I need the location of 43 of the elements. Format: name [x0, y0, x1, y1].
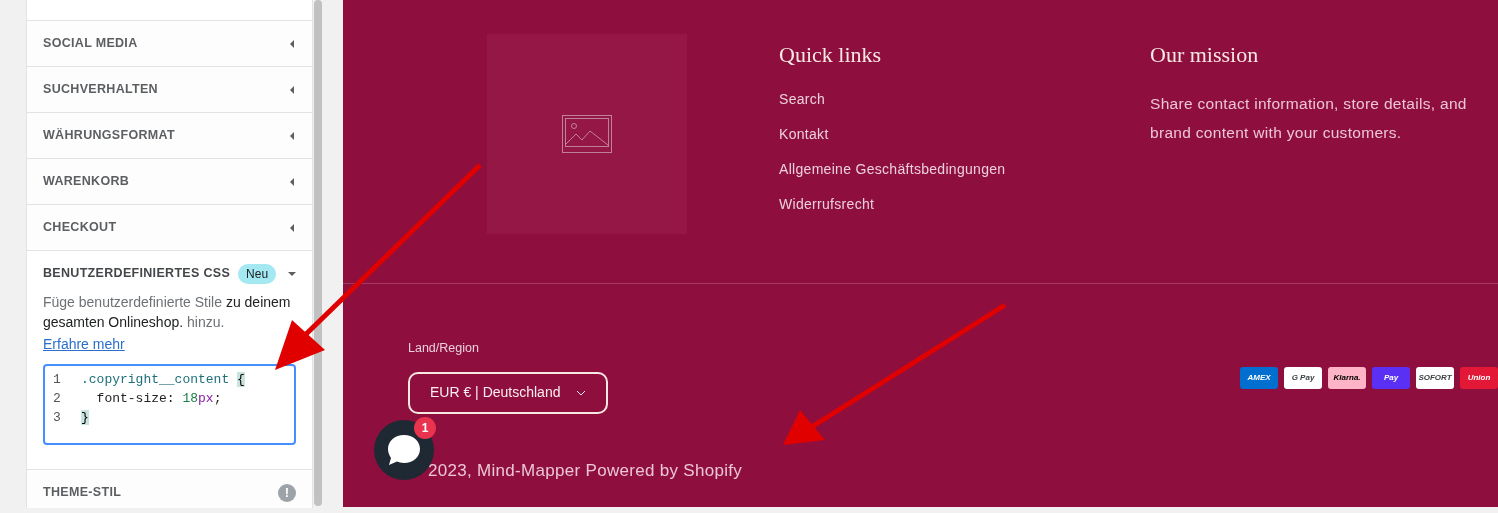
- caret-icon[interactable]: [288, 85, 296, 94]
- footer-link[interactable]: Search: [779, 90, 1150, 109]
- caret-icon[interactable]: [288, 177, 296, 186]
- line-number: 1: [53, 371, 62, 389]
- caret-icon[interactable]: [288, 131, 296, 140]
- payment-icon: Klarna.: [1328, 367, 1366, 389]
- section-title[interactable]: BENUTZERDEFINIERTES CSS: [43, 264, 231, 283]
- payment-icon: AMEX: [1240, 367, 1278, 389]
- section-title[interactable]: WARENKORB: [43, 172, 130, 191]
- code-line: font-size: 18px;: [95, 390, 222, 408]
- image-icon: [562, 115, 612, 153]
- learn-more-link[interactable]: Erfahre mehr: [43, 336, 125, 352]
- footer-link[interactable]: Allgemeine Geschäftsbedingungen: [779, 160, 1150, 179]
- payment-icon: G Pay: [1284, 367, 1322, 389]
- caret-icon[interactable]: [288, 39, 296, 48]
- description-text: Füge benutzerdefinierte Stile zu deinem gesamten Onlineshop. hinzu.: [43, 293, 292, 332]
- section-title[interactable]: CHECKOUT: [43, 218, 117, 237]
- scrollbar[interactable]: [314, 0, 322, 506]
- mission-text: Share contact information, store details, and brand content with your customers.: [1150, 94, 1468, 143]
- code-line: .copyright__content {: [81, 371, 245, 389]
- section-title[interactable]: WÄHRUNGSFORMAT: [43, 126, 175, 145]
- section-heading: Our mission: [1150, 41, 1260, 69]
- code-editor[interactable]: 1 .copyright__content { 2 font-size: 18px; 3 }: [43, 364, 296, 445]
- region-select[interactable]: EUR € | Deutschland: [408, 371, 609, 414]
- section-heading: Quick links: [779, 41, 883, 69]
- section-title[interactable]: THEME-STIL: [43, 483, 122, 502]
- payment-icon: Pay: [1372, 367, 1410, 389]
- caret-icon[interactable]: [288, 269, 296, 278]
- footer-link[interactable]: Widerrufsrecht: [779, 195, 1150, 214]
- section-title[interactable]: SOCIAL MEDIA: [43, 34, 138, 53]
- new-badge: Neu: [238, 263, 277, 284]
- payment-icon: Union: [1460, 367, 1498, 389]
- line-number: 2: [53, 390, 62, 408]
- caret-icon[interactable]: [288, 223, 296, 232]
- section-title[interactable]: SUCHVERHALTEN: [43, 80, 158, 99]
- footer-link[interactable]: Kontakt: [779, 125, 1150, 144]
- chevron-down-icon: [576, 389, 587, 396]
- region-label: Land/Region: [408, 340, 480, 357]
- payment-icon: SOFORT: [1416, 367, 1454, 389]
- speech-bubble-icon: [386, 433, 422, 467]
- warning-badge: !: [278, 483, 296, 502]
- copyright-text: 2023, Mind-Mapper Powered by Shopify: [428, 459, 743, 482]
- line-number: 3: [53, 409, 62, 427]
